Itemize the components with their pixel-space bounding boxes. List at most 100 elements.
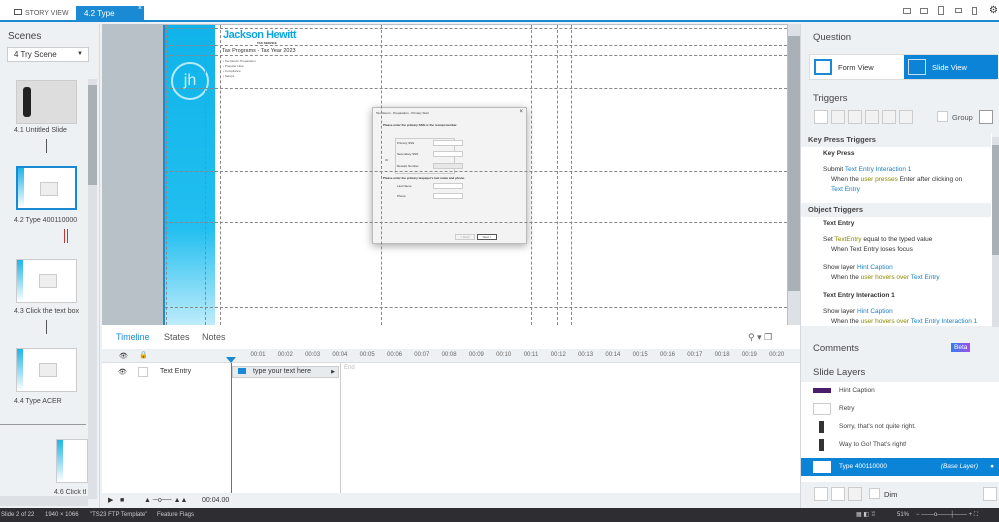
slide-stage[interactable]: jh Jackson Hewitt TAX SERVICE Tax Progra… [163,25,787,325]
back-button[interactable]: < Back [455,234,475,240]
view-icons[interactable]: ▦ ◧ ♖ [856,508,876,522]
slide-thumb-4-3[interactable] [16,259,77,303]
phone-input[interactable] [433,193,463,199]
trigger-item[interactable]: Show layer Hint Caption [801,263,991,273]
new-trigger-button[interactable] [814,110,828,124]
next-button[interactable]: Next > [477,234,497,240]
trigger-condition: When Text Entry loses focus [801,245,991,255]
delete-layer-button[interactable] [848,487,862,501]
gear-icon[interactable]: ⚙ [989,5,998,16]
timeline-tick: 00:06 [386,352,403,358]
zoom-level: 51% [897,512,910,518]
text-entry-group[interactable]: Text Entry [801,219,991,229]
slide-label: 4.4 Type ACER [14,398,62,405]
trigger-item[interactable]: Show layer Hint Caption [801,307,991,317]
eye-icon[interactable]: 👁 [119,352,128,360]
close-tab-icon[interactable]: × [138,1,142,17]
dim-label: Dim [884,490,898,499]
row-eye-icon[interactable]: 👁 [118,368,127,376]
new-layer-button[interactable] [814,487,828,501]
slide-layers-title: Slide Layers [813,367,866,378]
timeline-tick: 00:04 [332,352,348,358]
move-trigger-button[interactable] [899,110,913,124]
slide-thumb-4-1[interactable] [16,80,77,124]
delete-trigger-button[interactable] [882,110,896,124]
zoom-slider[interactable]: ▲ ─o── ▲▲ [144,493,187,508]
slide-thumb-4-4[interactable] [16,348,77,392]
trigger-list: Key Press Triggers Key Press Submit Text… [801,133,992,326]
phone-landscape-icon[interactable] [955,8,962,13]
dialog-close-icon[interactable]: × [519,109,523,115]
feature-flags-link[interactable]: Feature Flags [157,508,194,522]
primary-ssn-input[interactable] [433,140,463,146]
trigger-item[interactable]: Set TextEntry equal to the typed value [801,235,991,245]
group-checkbox[interactable] [937,111,948,122]
slide-view-icon [908,59,926,75]
tablet-portrait-icon[interactable] [938,6,944,15]
layers-list: Hint Caption Retry Sorry, that's not qui… [801,382,999,482]
copy-trigger-button[interactable] [848,110,862,124]
top-bar: STORY VIEW 4.2 Type 4001...× ⚙ [0,0,999,34]
layer-item[interactable]: Way to Go! That's right! [801,436,999,454]
paste-trigger-button[interactable] [865,110,879,124]
slide-thumb-4-2[interactable] [16,166,77,210]
story-view-icon [14,9,22,15]
triggers-scrollbar[interactable] [992,137,999,327]
row-lock-toggle[interactable] [138,367,148,377]
lock-icon[interactable]: 🔒 [139,351,148,359]
timeline-tick: 00:03 [305,352,321,358]
brand-logo: Jackson Hewitt [223,29,297,41]
scenes-h-scrollbar[interactable] [0,496,88,506]
layer-item[interactable]: Sorry, that's not quite right. [801,418,999,436]
current-time: 00:04.00 [202,497,230,504]
last-name-input[interactable] [433,183,463,189]
timeline-tick: 00:19 [741,352,757,358]
timeline-tick: 00:10 [496,352,512,358]
tab-timeline[interactable]: Timeline [116,332,150,342]
stop-icon[interactable]: ■ [120,493,124,508]
keypress-group[interactable]: Key Press [801,149,991,159]
duplicate-layer-button[interactable] [831,487,845,501]
text-entry-interaction-group[interactable]: Text Entry Interaction 1 [801,291,991,301]
desktop-preview-icon[interactable] [903,8,911,14]
canvas-scrollbar[interactable] [788,24,800,325]
scenes-scrollbar[interactable] [88,79,97,499]
trigger-condition: When the user hovers over Text Entry Int… [801,317,991,326]
trigger-item[interactable]: Submit Text Entry Interaction 1 [801,165,991,175]
play-icon[interactable]: ▶ [108,493,113,508]
edit-trigger-button[interactable] [831,110,845,124]
slide-heading: Tax Programs - Tax Year 2023 [222,48,296,54]
layer-settings-button[interactable] [983,487,997,501]
text-entry-timeline-bar[interactable]: type your text here ▶ [232,366,339,378]
timeline-ruler[interactable]: 👁 🔒 00:01 00:02 00:03 00:04 00:05 00:06 00:07 0… [102,349,800,363]
base-layer-item[interactable]: Type 400110000 (Base Layer) ● [801,458,999,476]
phone-portrait-icon[interactable] [972,7,977,15]
secondary-ssn-input[interactable] [433,151,463,157]
layer-item[interactable]: Retry [801,400,999,418]
tab-notes[interactable]: Notes [202,332,226,342]
receipt-number-input[interactable] [433,163,463,169]
slide-view-button[interactable]: Slide View [904,55,998,79]
layer-item[interactable]: Hint Caption [801,382,999,400]
brand-band: jh [165,25,215,325]
slide-label: 4.1 Untitled Slide [14,127,67,134]
scene-select[interactable]: 4 Try Scene ▼ [7,47,89,62]
slide-thumb-4-6[interactable] [56,439,88,483]
tablet-landscape-icon[interactable] [920,8,928,14]
tab-slide[interactable]: 4.2 Type 4001...× [76,5,144,34]
form-view-button[interactable]: Form View [838,63,874,72]
timeline-tick: 00:16 [659,352,676,358]
text-entry-icon [238,368,246,374]
dialog-title: Tax Return - Preparation - Primary Start [376,111,429,115]
timeline-options-icon[interactable]: ⚲ ▾ ❐ [748,332,772,343]
tab-states[interactable]: States [164,332,190,342]
timeline-tick: 00:14 [605,352,621,358]
timeline-tick: 00:05 [359,352,375,358]
beta-badge: Beta [951,343,971,352]
dim-checkbox[interactable] [869,488,880,499]
keypress-triggers-header: Key Press Triggers [801,133,991,147]
group-label: Group [952,113,973,122]
trigger-view-button[interactable] [979,110,993,124]
zoom-slider[interactable]: − ───o───┼─── + ⛶ [916,508,978,522]
tab-story-view[interactable]: STORY VIEW [6,6,77,22]
